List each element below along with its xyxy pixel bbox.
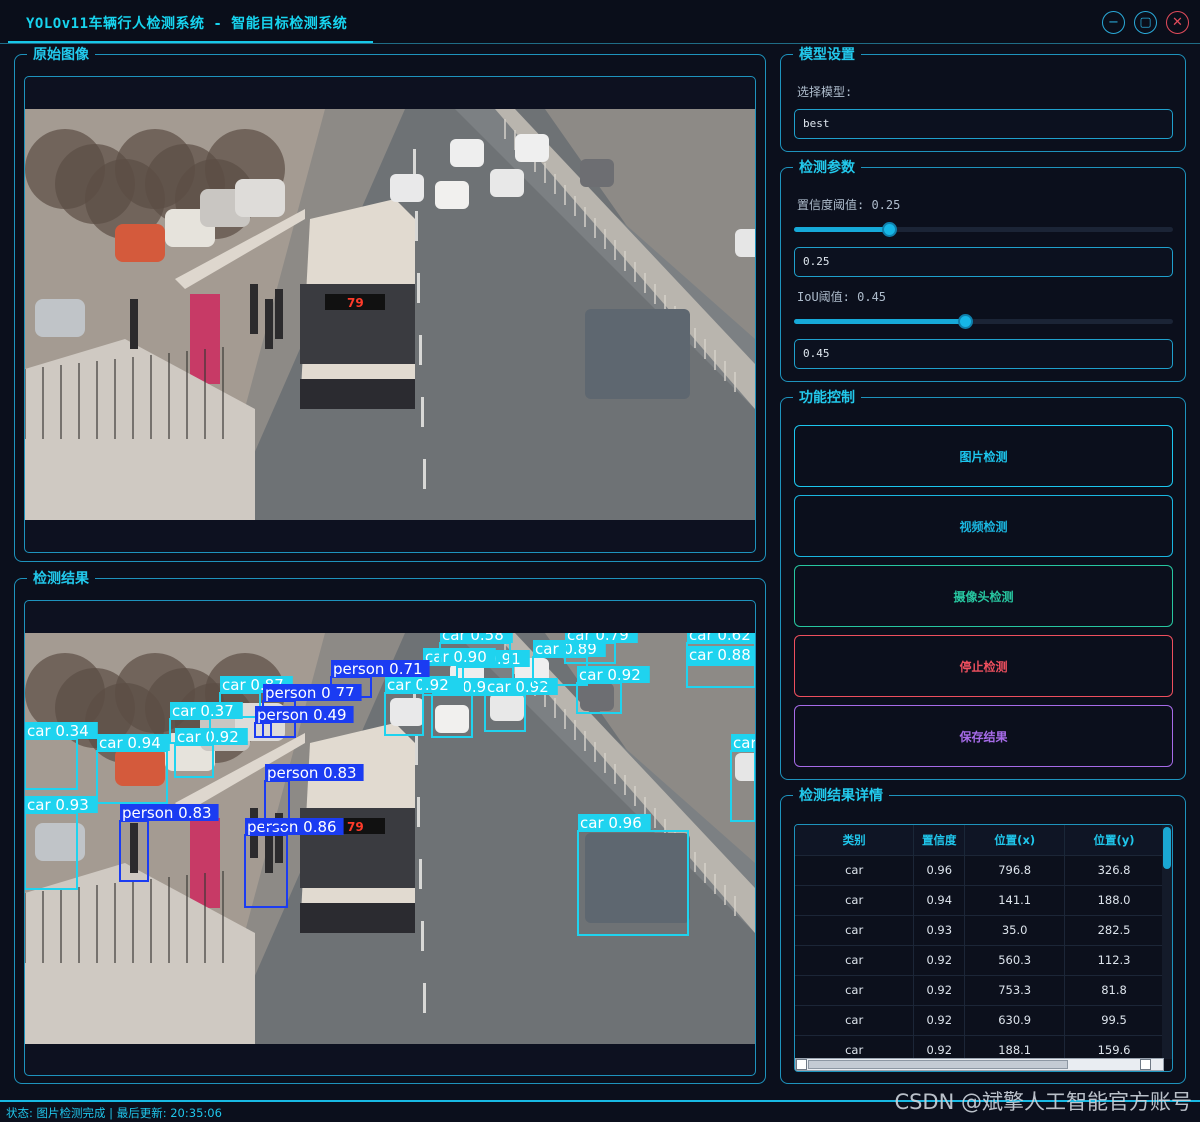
- iou-slider-handle[interactable]: [957, 314, 973, 329]
- table-cell: car: [795, 914, 915, 945]
- result-panel-title: 检测结果: [27, 570, 95, 588]
- detection-label: person 0.83: [267, 764, 357, 782]
- title-bar: YOLOv11车辆行人检测系统 - 智能目标检测系统 − ▢ ✕: [0, 0, 1200, 44]
- table-cell: car: [795, 884, 915, 915]
- scroll-left-arrow-icon[interactable]: [796, 1059, 807, 1070]
- detection-label: car 0.58: [442, 633, 504, 644]
- save-result-button[interactable]: 保存结果: [794, 705, 1173, 767]
- maximize-icon[interactable]: ▢: [1134, 11, 1157, 34]
- table-cell: 0.94: [913, 884, 966, 915]
- table-row[interactable]: car 0.92 560.3 112.3: [795, 944, 1164, 975]
- window-title: YOLOv11车辆行人检测系统 - 智能目标检测系统: [26, 16, 348, 32]
- svg-text:79: 79: [347, 820, 364, 834]
- detection-label: car 0.34: [27, 722, 89, 740]
- detection-label: person 0.77: [265, 684, 355, 702]
- table-row[interactable]: car 0.92 753.3 81.8: [795, 974, 1164, 1005]
- table-cell: 796.8: [964, 854, 1066, 885]
- column-header-confidence[interactable]: 置信度: [913, 825, 966, 855]
- original-image-frame: 79: [24, 76, 756, 553]
- table-cell: 35.0: [964, 914, 1066, 945]
- detection-label: car 0.90: [425, 648, 487, 666]
- original-image: 79: [25, 109, 755, 520]
- table-cell: 630.9: [964, 1004, 1066, 1035]
- confidence-slider-fill: [794, 227, 889, 232]
- image-detect-button[interactable]: 图片检测: [794, 425, 1173, 487]
- detection-label: car 0.92: [487, 678, 549, 696]
- table-row[interactable]: car 0.92 630.9 99.5: [795, 1004, 1164, 1035]
- iou-input[interactable]: 0.45: [794, 339, 1173, 369]
- table-cell: 282.5: [1064, 914, 1164, 945]
- vertical-scroll-thumb[interactable]: [1163, 827, 1171, 869]
- table-row[interactable]: car 0.94 141.1 188.0: [795, 884, 1164, 915]
- select-model-label: 选择模型:: [797, 85, 853, 99]
- detection-label: car 0.94: [99, 734, 161, 752]
- table-cell: 81.8: [1064, 974, 1164, 1005]
- table-row[interactable]: car 0.93 35.0 282.5: [795, 914, 1164, 945]
- table-cell: 326.8: [1064, 854, 1164, 885]
- video-detect-button[interactable]: 视频检测: [794, 495, 1173, 557]
- column-header-class[interactable]: 类别: [795, 825, 915, 855]
- svg-text:79: 79: [347, 296, 364, 310]
- table-cell: 99.5: [1064, 1004, 1164, 1035]
- iou-label: IoU阈值: 0.45: [797, 290, 887, 304]
- detection-label: person 0.83: [122, 804, 212, 822]
- detection-label: car 0.92: [579, 666, 641, 684]
- detection-label: car 0.92: [387, 676, 449, 694]
- result-image-frame: 79 car 0.96 car 0.94 car 0.93 car 0.92 car 0.…: [24, 600, 756, 1076]
- table-header-row: 类别 置信度 位置(x) 位置(y): [795, 825, 1164, 855]
- minimize-icon[interactable]: −: [1102, 11, 1125, 34]
- stop-detect-button[interactable]: 停止检测: [794, 635, 1173, 697]
- status-text: 状态: 图片检测完成 | 最后更新: 20:35:06: [6, 1106, 222, 1120]
- table-cell: car: [795, 1004, 915, 1035]
- detection-label: car 0.79: [567, 633, 629, 644]
- table-cell: 0.93: [913, 914, 966, 945]
- detection-details-title: 检测结果详情: [793, 787, 889, 805]
- detection-table[interactable]: 类别 置信度 位置(x) 位置(y) car 0.96 796.8 326.8 car 0…: [794, 824, 1173, 1072]
- table-cell: 141.1: [964, 884, 1066, 915]
- detection-label: car 0.62: [689, 633, 751, 644]
- detection-label: person 0.71: [333, 660, 423, 678]
- watermark: CSDN @斌擎人工智能官方账号: [894, 1090, 1192, 1114]
- table-cell: car: [795, 854, 915, 885]
- table-cell: 0.92: [913, 974, 966, 1005]
- table-horizontal-scrollbar[interactable]: [795, 1058, 1164, 1071]
- iou-slider[interactable]: [794, 314, 1173, 329]
- table-vertical-scrollbar[interactable]: [1162, 825, 1172, 1059]
- detection-label: person 0.49: [257, 706, 347, 724]
- column-header-y[interactable]: 位置(y): [1064, 825, 1164, 855]
- original-panel-title: 原始图像: [27, 46, 95, 64]
- detection-label: person 0.86: [247, 818, 337, 836]
- detection-params-title: 检测参数: [793, 159, 861, 177]
- table-cell: 0.92: [913, 1004, 966, 1035]
- table-cell: 0.96: [913, 854, 966, 885]
- confidence-slider[interactable]: [794, 222, 1173, 237]
- column-header-x[interactable]: 位置(x): [964, 825, 1066, 855]
- table-row[interactable]: car 0.96 796.8 326.8: [795, 854, 1164, 885]
- confidence-slider-handle[interactable]: [881, 222, 897, 237]
- close-icon[interactable]: ✕: [1166, 11, 1189, 34]
- table-cell: 188.0: [1064, 884, 1164, 915]
- detection-label: car 0.93: [27, 796, 89, 814]
- table-cell: 112.3: [1064, 944, 1164, 975]
- horizontal-scroll-thumb[interactable]: [808, 1060, 1068, 1069]
- result-image: 79 car 0.96 car 0.94 car 0.93 car 0.92 car 0.…: [25, 633, 755, 1044]
- model-settings-title: 模型设置: [793, 46, 861, 64]
- function-control-title: 功能控制: [793, 389, 861, 407]
- iou-slider-fill: [794, 319, 965, 324]
- detection-label: car 0.96: [580, 814, 642, 832]
- table-cell: 0.92: [913, 944, 966, 975]
- table-cell: 753.3: [964, 974, 1066, 1005]
- confidence-input[interactable]: 0.25: [794, 247, 1173, 277]
- table-cell: car: [795, 974, 915, 1005]
- model-select[interactable]: best: [794, 109, 1173, 139]
- camera-detect-button[interactable]: 摄像头检测: [794, 565, 1173, 627]
- title-underline: [8, 41, 373, 43]
- table-cell: 560.3: [964, 944, 1066, 975]
- detection-label: car 0.37: [172, 702, 234, 720]
- detection-label: car 0.84: [733, 734, 755, 752]
- scroll-right-arrow-icon[interactable]: [1140, 1059, 1151, 1070]
- detection-label: car 0.88: [689, 646, 751, 664]
- confidence-label: 置信度阈值: 0.25: [797, 198, 901, 212]
- table-cell: car: [795, 944, 915, 975]
